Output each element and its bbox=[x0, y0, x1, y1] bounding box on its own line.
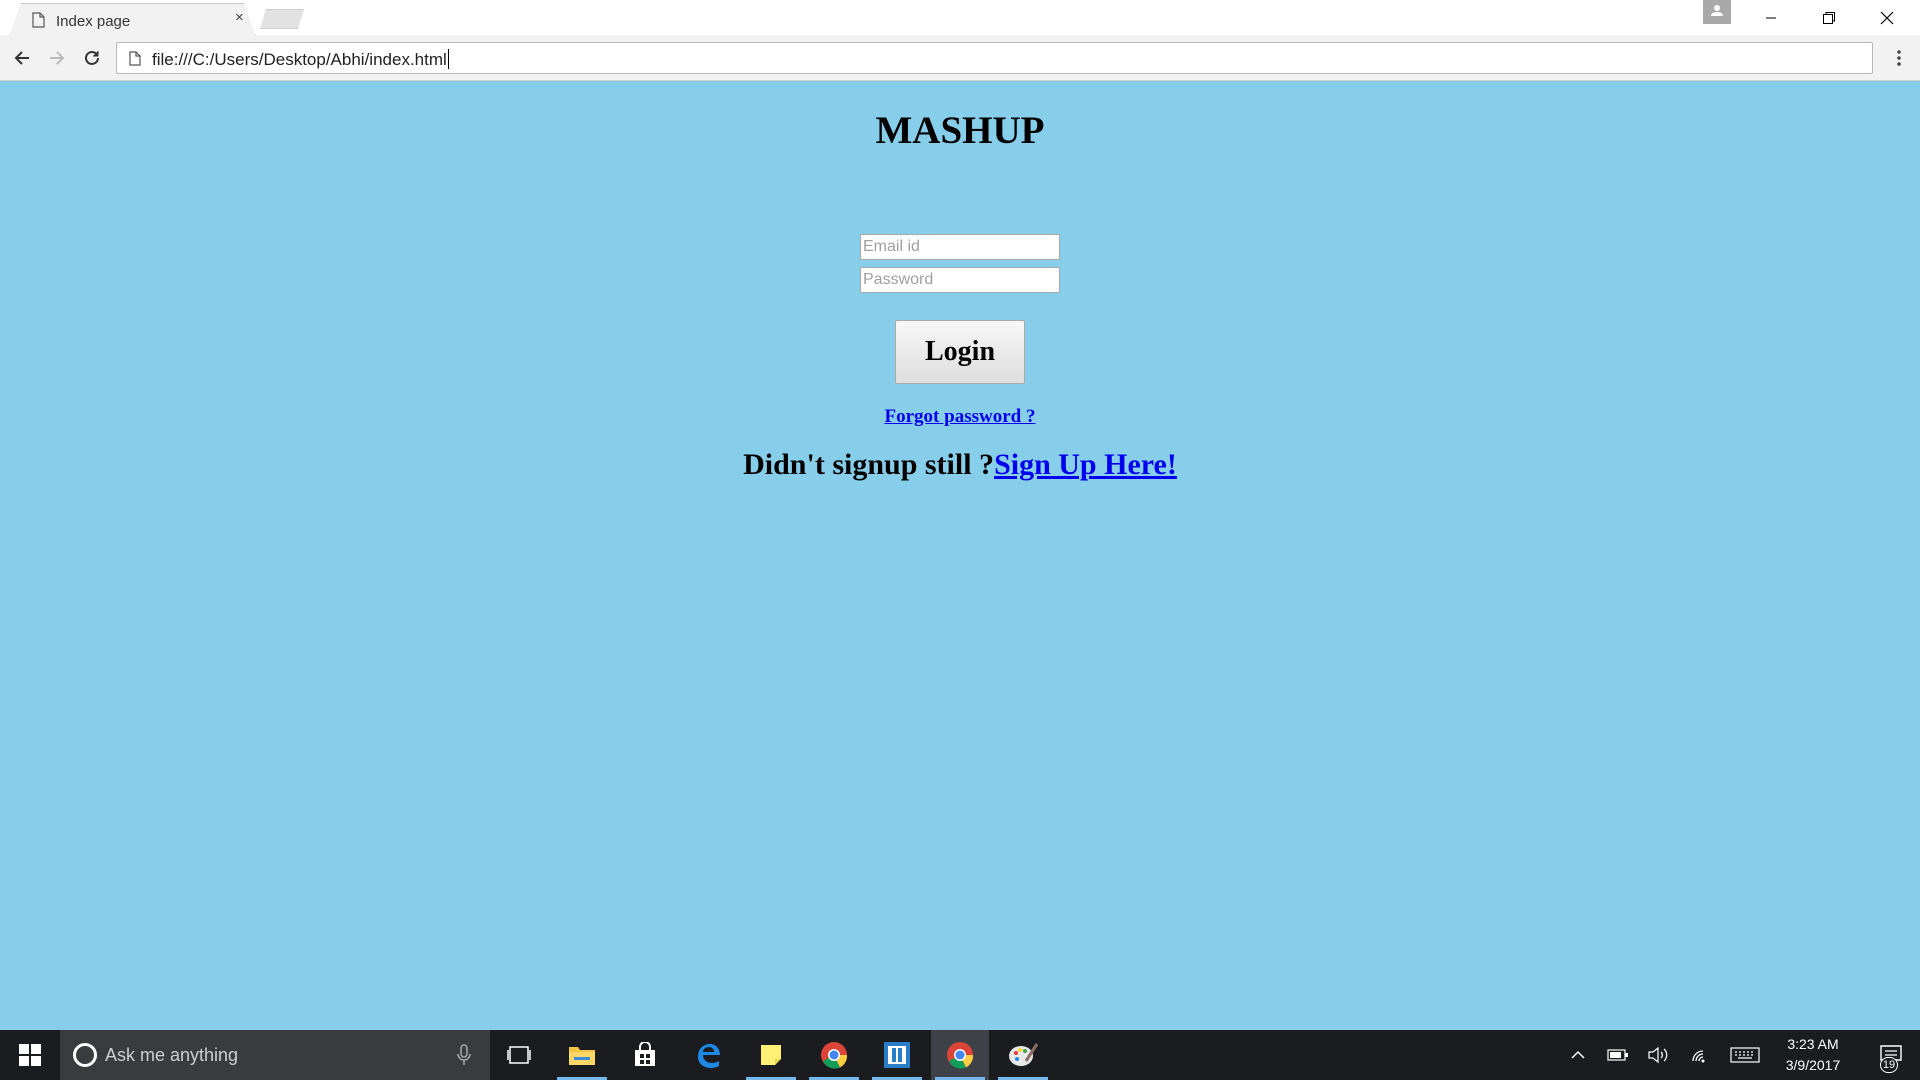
page-icon bbox=[129, 51, 141, 66]
chrome-icon[interactable] bbox=[931, 1030, 989, 1080]
new-tab-icon[interactable] bbox=[260, 9, 304, 29]
chevron-up-icon[interactable] bbox=[1562, 1030, 1594, 1080]
browser-toolbar: file:///C:/Users/Desktop/Abhi/index.html bbox=[0, 35, 1920, 81]
profile-icon[interactable] bbox=[1703, 0, 1731, 24]
windows-start-icon[interactable] bbox=[0, 1030, 60, 1080]
clock-date: 3/9/2017 bbox=[1785, 1057, 1841, 1073]
back-icon[interactable] bbox=[9, 45, 35, 71]
page-title: MASHUP bbox=[875, 109, 1045, 152]
tab-strip: Index page × bbox=[0, 0, 1920, 36]
tab-index-page[interactable]: Index page × bbox=[9, 3, 256, 36]
task-view-icon[interactable] bbox=[490, 1030, 548, 1080]
microphone-icon[interactable] bbox=[457, 1043, 471, 1067]
app-icon[interactable] bbox=[868, 1030, 926, 1080]
taskbar: Ask me anything 3:23 AM 3/9/2017 19 bbox=[0, 1030, 1920, 1080]
cortana-search-box[interactable]: Ask me anything bbox=[60, 1030, 490, 1080]
sticky-notes-icon[interactable] bbox=[742, 1030, 800, 1080]
signup-link[interactable]: Sign Up Here! bbox=[994, 448, 1177, 481]
cortana-icon bbox=[73, 1043, 97, 1067]
edge-icon[interactable] bbox=[679, 1030, 737, 1080]
address-bar[interactable]: file:///C:/Users/Desktop/Abhi/index.html bbox=[116, 42, 1873, 74]
reload-icon[interactable] bbox=[79, 45, 105, 71]
forgot-password-link[interactable]: Forgot password ? bbox=[885, 406, 1036, 427]
battery-icon[interactable] bbox=[1602, 1030, 1634, 1080]
volume-icon[interactable] bbox=[1642, 1030, 1674, 1080]
page-body: MASHUP Login Forgot password ? Didn't si… bbox=[0, 82, 1920, 1030]
signup-row: Didn't signup still ?Sign Up Here! bbox=[0, 448, 1920, 482]
minimize-icon[interactable] bbox=[1742, 0, 1800, 35]
url-text[interactable]: file:///C:/Users/Desktop/Abhi/index.html bbox=[152, 49, 449, 70]
restore-icon[interactable] bbox=[1800, 0, 1858, 35]
paint-icon[interactable] bbox=[994, 1030, 1052, 1080]
notification-count-badge: 19 bbox=[1880, 1057, 1898, 1073]
window-close-icon[interactable] bbox=[1858, 0, 1916, 35]
forward-icon[interactable] bbox=[44, 45, 70, 71]
clock-time: 3:23 AM bbox=[1787, 1036, 1839, 1052]
chrome-icon[interactable] bbox=[805, 1030, 863, 1080]
keyboard-icon[interactable] bbox=[1728, 1030, 1762, 1080]
store-icon[interactable] bbox=[616, 1030, 674, 1080]
forgot-password-row: Forgot password ? bbox=[0, 406, 1920, 428]
file-explorer-icon[interactable] bbox=[553, 1030, 611, 1080]
login-button[interactable]: Login bbox=[895, 320, 1025, 384]
password-field[interactable] bbox=[860, 267, 1060, 293]
menu-icon[interactable] bbox=[1886, 45, 1912, 71]
signup-prompt: Didn't signup still ? bbox=[743, 448, 995, 481]
close-icon[interactable]: × bbox=[235, 10, 249, 25]
search-placeholder: Ask me anything bbox=[105, 1045, 239, 1065]
page-icon bbox=[32, 12, 45, 28]
taskbar-clock[interactable]: 3:23 AM 3/9/2017 bbox=[1768, 1034, 1858, 1076]
tab-title: Index page bbox=[56, 13, 131, 30]
wifi-icon[interactable] bbox=[1685, 1030, 1717, 1080]
email-field[interactable] bbox=[860, 234, 1060, 260]
